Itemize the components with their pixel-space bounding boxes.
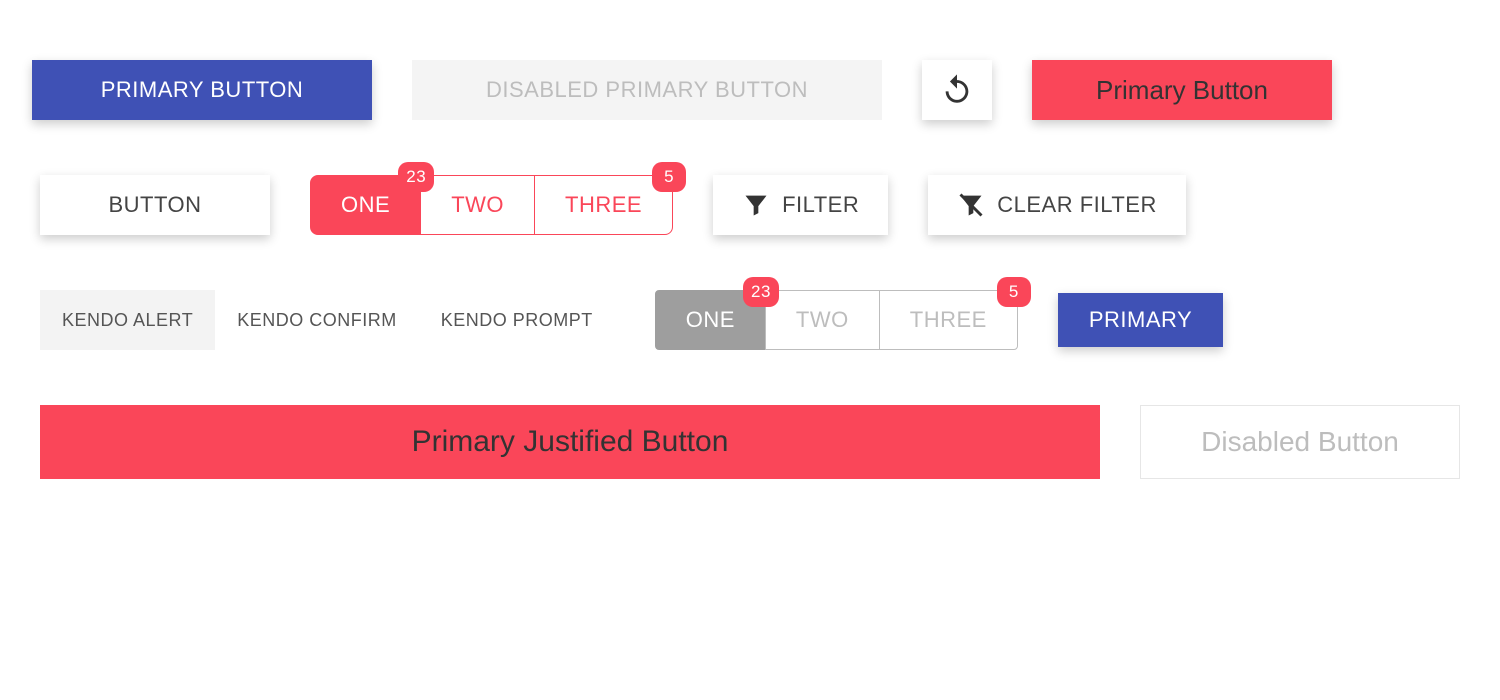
filter-label: FILTER xyxy=(782,192,859,218)
segment-label: ONE xyxy=(341,192,390,218)
button-group-red: ONE 23 TWO THREE 5 xyxy=(310,175,673,235)
badge-one: 23 xyxy=(398,162,434,192)
badge-grey-three: 5 xyxy=(997,277,1031,307)
clear-filter-label: CLEAR FILTER xyxy=(997,192,1157,218)
kendo-confirm-button[interactable]: KENDO CONFIRM xyxy=(215,290,419,350)
kendo-alert-button[interactable]: KENDO ALERT xyxy=(40,290,215,350)
funnel-clear-icon xyxy=(957,191,985,219)
refresh-button[interactable] xyxy=(922,60,992,120)
segment-grey-two[interactable]: TWO xyxy=(765,290,880,350)
row-3: KENDO ALERT KENDO CONFIRM KENDO PROMPT O… xyxy=(40,290,1460,350)
filter-button[interactable]: FILTER xyxy=(713,175,888,235)
kendo-prompt-button[interactable]: KENDO PROMPT xyxy=(419,290,615,350)
refresh-icon xyxy=(940,73,974,107)
segment-one[interactable]: ONE 23 xyxy=(310,175,421,235)
badge-grey-one: 23 xyxy=(743,277,779,307)
segment-label: TWO xyxy=(451,192,504,218)
row-2: BUTTON ONE 23 TWO THREE 5 FILTER CLEAR F… xyxy=(40,175,1460,235)
primary-small-blue-button[interactable]: PRIMARY xyxy=(1058,293,1223,347)
disabled-primary-button: DISABLED PRIMARY BUTTON xyxy=(412,60,882,120)
row-4: Primary Justified Button Disabled Button xyxy=(40,405,1460,479)
segment-two[interactable]: TWO xyxy=(420,175,535,235)
segment-grey-three[interactable]: THREE 5 xyxy=(879,290,1018,350)
funnel-icon xyxy=(742,191,770,219)
plain-button[interactable]: BUTTON xyxy=(40,175,270,235)
segment-label: THREE xyxy=(565,192,642,218)
badge-three: 5 xyxy=(652,162,686,192)
flat-actions: KENDO ALERT KENDO CONFIRM KENDO PROMPT xyxy=(40,290,615,350)
segment-label: TWO xyxy=(796,307,849,333)
segment-three[interactable]: THREE 5 xyxy=(534,175,673,235)
segment-label: ONE xyxy=(686,307,735,333)
segment-grey-one[interactable]: ONE 23 xyxy=(655,290,766,350)
button-group-grey: ONE 23 TWO THREE 5 xyxy=(655,290,1018,350)
clear-filter-button[interactable]: CLEAR FILTER xyxy=(928,175,1186,235)
row-1: PRIMARY BUTTON DISABLED PRIMARY BUTTON P… xyxy=(40,60,1460,120)
primary-button-blue[interactable]: PRIMARY BUTTON xyxy=(32,60,372,120)
segment-label: THREE xyxy=(910,307,987,333)
primary-button-red[interactable]: Primary Button xyxy=(1032,60,1332,120)
primary-justified-button[interactable]: Primary Justified Button xyxy=(40,405,1100,479)
disabled-button: Disabled Button xyxy=(1140,405,1460,479)
